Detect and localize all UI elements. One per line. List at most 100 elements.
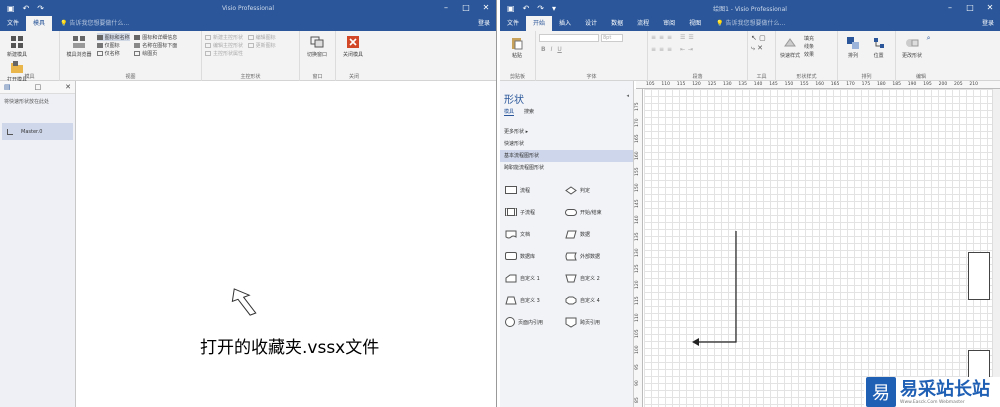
icon-details-option[interactable]: 图标和详细信息 xyxy=(134,33,177,41)
quick-shapes-link[interactable]: 快速形状 xyxy=(500,138,633,150)
line-button[interactable]: 线条 xyxy=(804,42,814,50)
shape-on-page-ref[interactable]: 页面内引用 xyxy=(505,316,565,328)
paste-button[interactable]: 粘贴 xyxy=(503,34,531,59)
stencil-browser-button[interactable]: 模具浏览器 xyxy=(63,33,95,58)
name-under-icon-option[interactable]: 名称在图标下面 xyxy=(134,41,177,49)
update-icon-button[interactable]: 更新图标 xyxy=(247,41,276,49)
icon-and-name-option[interactable]: 图标和名称 xyxy=(96,33,130,41)
connector-arrow[interactable] xyxy=(686,225,740,349)
shape-custom-3[interactable]: 自定义 3 xyxy=(505,294,565,306)
title-bar: ▣ ↶ ↷ Visio Professional – □ ✕ xyxy=(0,0,496,16)
minimize-button[interactable]: – xyxy=(940,0,960,16)
tab-review[interactable]: 审阅 xyxy=(656,16,682,31)
close-button[interactable]: ✕ xyxy=(476,0,496,16)
collapse-pane-icon[interactable]: ◂ xyxy=(626,93,629,99)
customize-qat-icon[interactable]: ▾ xyxy=(552,4,556,13)
shape-custom-2[interactable]: 自定义 2 xyxy=(565,272,625,284)
shape-label: 跨页引用 xyxy=(580,319,601,326)
drawing-page-option[interactable]: 绘图页 xyxy=(134,49,177,57)
tab-file[interactable]: 文件 xyxy=(0,16,26,31)
close-stencil-button[interactable]: 关闭模具 xyxy=(339,33,367,58)
flowchart-shape-partial[interactable] xyxy=(968,350,990,380)
fill-button[interactable]: 填充 xyxy=(804,34,814,42)
edit-master-button[interactable]: 编辑主控形状 xyxy=(205,41,243,49)
arrange-label: 排列 xyxy=(847,53,858,59)
shape-external-data[interactable]: 外部数据 xyxy=(565,250,625,262)
pane-close-icon[interactable]: ✕ xyxy=(65,83,71,91)
flowchart-shape-partial[interactable] xyxy=(968,252,990,300)
bold-button[interactable]: B xyxy=(541,46,546,53)
font-size-field[interactable]: 8pt xyxy=(601,34,623,42)
paragraph-align-icons[interactable]: ≡≡≡ ☰☰ xyxy=(651,34,744,41)
ruler-tick-label: 130 xyxy=(723,82,732,87)
undo-icon[interactable]: ↶ xyxy=(23,4,30,13)
underline-button[interactable]: U xyxy=(557,46,561,53)
watermark-text: 易采站长站 xyxy=(900,378,990,400)
connector-tool-icon[interactable]: ⤷ ✕ xyxy=(751,44,772,53)
master-item[interactable]: Master.0 xyxy=(2,123,73,140)
quick-styles-button[interactable]: 快速样式 xyxy=(779,34,801,59)
tell-me-box[interactable]: 💡 告诉我您想要做什么... xyxy=(60,16,129,31)
pointer-tool-icon[interactable]: ↖ ▢ xyxy=(751,34,772,42)
shape-decision[interactable]: 判定 xyxy=(565,184,625,196)
tab-file[interactable]: 文件 xyxy=(500,16,526,31)
position-button[interactable]: 位置 xyxy=(867,34,891,59)
new-stencil-button[interactable]: 新建模具 xyxy=(3,33,31,58)
group-stencil: 新建模具 打开模具 模具 xyxy=(0,31,60,83)
maximize-button[interactable]: □ xyxy=(960,0,980,16)
shape-database[interactable]: 数据库 xyxy=(505,250,565,262)
maximize-button[interactable]: □ xyxy=(456,0,476,16)
new-stencil-icon xyxy=(11,36,23,48)
close-button[interactable]: ✕ xyxy=(980,0,1000,16)
font-name-field[interactable] xyxy=(539,34,599,42)
tab-data[interactable]: 数据 xyxy=(604,16,630,31)
tab-process[interactable]: 流程 xyxy=(630,16,656,31)
effects-button[interactable]: 效果 xyxy=(804,50,814,58)
redo-icon[interactable]: ↷ xyxy=(537,4,544,13)
master-props-button[interactable]: 主控形状属性 xyxy=(205,49,243,57)
tab-design[interactable]: 设计 xyxy=(578,16,604,31)
save-icon[interactable]: ▣ xyxy=(7,4,15,13)
more-shapes-link[interactable]: 更多形状 ▸ xyxy=(500,126,633,138)
tab-search[interactable]: 搜索 xyxy=(524,108,534,116)
shape-custom-1[interactable]: 自定义 1 xyxy=(505,272,565,284)
tab-home[interactable]: 开始 xyxy=(526,16,553,31)
pane-restore-icon[interactable]: □ xyxy=(35,83,42,91)
shape-subprocess[interactable]: 子流程 xyxy=(505,206,565,218)
find-icon[interactable]: ⌕ xyxy=(927,34,931,42)
shape-process[interactable]: 流程 xyxy=(505,184,565,196)
shape-custom-4[interactable]: 自定义 4 xyxy=(565,294,625,306)
tab-insert[interactable]: 插入 xyxy=(552,16,578,31)
italic-button[interactable]: I xyxy=(551,46,553,53)
shape-start-end[interactable]: 开始/结束 xyxy=(565,206,625,218)
name-only-option[interactable]: 仅名称 xyxy=(96,49,130,57)
cross-functional-stencil[interactable]: 跨职能流程图形状 xyxy=(500,162,633,174)
stencil-browser-icon xyxy=(73,36,85,48)
save-icon[interactable]: ▣ xyxy=(507,4,515,13)
edit-icon-label: 编辑图标 xyxy=(255,34,276,41)
basic-flowchart-stencil[interactable]: 基本流程图形状 xyxy=(500,150,633,162)
vertical-scrollbar[interactable] xyxy=(992,89,1000,407)
change-shape-button[interactable]: 更改形状 xyxy=(899,34,925,59)
shape-document[interactable]: 文档 xyxy=(505,228,565,240)
paragraph-list-icons[interactable]: ≡≡≡ ⇤⇥ xyxy=(651,46,744,53)
shape-off-page-ref[interactable]: 跨页引用 xyxy=(565,316,625,328)
ruler-tick-label: 200 xyxy=(938,82,948,87)
ruler-tick-label: 135 xyxy=(635,232,640,241)
redo-icon[interactable]: ↷ xyxy=(37,4,44,13)
tab-stencil[interactable]: 模具 xyxy=(26,16,53,31)
icon-only-option[interactable]: 仅图标 xyxy=(96,41,130,49)
new-master-button[interactable]: 新建主控形状 xyxy=(205,33,243,41)
arrange-button[interactable]: 排列 xyxy=(841,34,865,59)
minimize-button[interactable]: – xyxy=(436,0,456,16)
shape-data[interactable]: 数据 xyxy=(565,228,625,240)
tab-stencils[interactable]: 模具 xyxy=(504,108,515,116)
tab-view[interactable]: 视图 xyxy=(682,16,708,31)
custom3-icon xyxy=(505,296,517,304)
tell-me-box[interactable]: 💡 告诉我您想要做什么... xyxy=(716,16,785,31)
login-link[interactable]: 登录 xyxy=(478,16,490,31)
edit-icon-button[interactable]: 编辑图标 xyxy=(247,33,276,41)
login-link[interactable]: 登录 xyxy=(982,16,994,31)
undo-icon[interactable]: ↶ xyxy=(523,4,530,13)
switch-window-button[interactable]: 切换窗口 xyxy=(303,33,331,58)
